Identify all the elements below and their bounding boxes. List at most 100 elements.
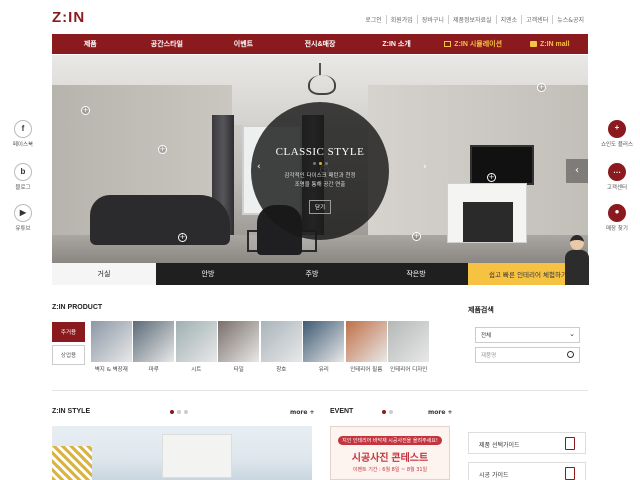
blog-icon: b xyxy=(14,163,32,181)
panel-next-icon[interactable]: › xyxy=(423,162,427,172)
store-finder-label: 매장 찾기 xyxy=(606,226,628,232)
util-archive[interactable]: 제품정보자료실 xyxy=(447,15,496,24)
tab-kitchen[interactable]: 주방 xyxy=(260,263,364,285)
sofa-image xyxy=(90,195,230,245)
style-dots xyxy=(251,162,389,165)
tv-image xyxy=(470,145,534,185)
style-description: 감각적인 다이스크 패턴과 천정 조명을 통해 공간 연출 xyxy=(251,172,389,190)
event-carousel-dots[interactable] xyxy=(382,410,393,414)
product-item[interactable]: 인테리어 디자인 xyxy=(388,321,431,373)
product-item[interactable]: 시트 xyxy=(175,321,218,373)
util-cart[interactable]: 장바구니 xyxy=(416,15,448,24)
product-guide-label: 제품 선택가이드 xyxy=(479,442,520,449)
nav-product[interactable]: 제품 xyxy=(52,39,129,49)
tab-small-room[interactable]: 작은방 xyxy=(364,263,468,285)
youtube-icon: ▶ xyxy=(14,204,32,222)
product-label: 창호 xyxy=(276,367,287,373)
product-label: 유리 xyxy=(318,367,329,373)
product-search-title: 제품검색 xyxy=(468,306,494,314)
chevron-down-icon: ⌄ xyxy=(569,330,575,338)
facebook-link[interactable]: f 페이스북 xyxy=(3,120,43,148)
product-item[interactable]: 유리 xyxy=(303,321,346,373)
nav-about[interactable]: Z:IN 소개 xyxy=(358,39,435,49)
style-info-panel: CLASSIC STYLE 감각적인 다이스크 패턴과 천정 조명을 통해 공간… xyxy=(251,102,389,240)
event-date: 이벤트 기간 : 6월 8일 ~ 8월 31일 xyxy=(352,467,428,473)
book-icon xyxy=(565,437,575,450)
nav-exhibition[interactable]: 전시&매장 xyxy=(282,39,359,49)
product-section-title: Z:IN PRODUCT xyxy=(52,304,103,311)
plus-square-icon: + xyxy=(608,120,626,138)
product-thumbnail xyxy=(133,321,175,362)
youtube-label: 유튜브 xyxy=(15,226,31,232)
facebook-label: 페이스북 xyxy=(12,142,34,148)
product-label: 인테리어 디자인 xyxy=(390,367,428,373)
close-button[interactable]: 닫기 xyxy=(308,200,332,214)
style-title: CLASSIC STYLE xyxy=(275,146,365,158)
utility-nav: 로그인 회원가입 장바구니 제품정보자료실 지엔소 고객센터 뉴스&공지 xyxy=(361,15,588,24)
hotspot-plus-icon[interactable]: + xyxy=(158,145,167,154)
product-thumbnail xyxy=(260,321,302,362)
nav-mall[interactable]: Z:IN mall xyxy=(511,41,588,48)
section-divider xyxy=(52,390,588,391)
tab-living-room[interactable]: 거실 xyxy=(52,263,156,285)
category-select[interactable]: 전체 ⌄ xyxy=(475,327,580,343)
search-placeholder: 제품명 xyxy=(481,353,497,359)
presenter-image xyxy=(563,231,591,285)
product-thumbnail xyxy=(303,321,345,362)
install-guide-link[interactable]: 시공 가이드 xyxy=(468,462,586,480)
book-icon xyxy=(565,467,575,480)
util-login[interactable]: 로그인 xyxy=(361,15,386,24)
util-jiense[interactable]: 지엔소 xyxy=(495,15,522,24)
util-cs[interactable]: 고객센터 xyxy=(521,15,552,24)
panel-prev-icon[interactable]: ‹ xyxy=(257,162,261,172)
product-label: 마루 xyxy=(148,367,159,373)
util-news[interactable]: 뉴스&공지 xyxy=(552,15,588,24)
search-icon[interactable] xyxy=(567,351,574,358)
install-guide-label: 시공 가이드 xyxy=(479,472,509,479)
room-tabs: 거실 안방 주방 작은방 쉽고 빠른 인테리어 체험하기 xyxy=(52,263,588,285)
youtube-link[interactable]: ▶ 유튜브 xyxy=(3,204,43,232)
style-more-link[interactable]: more + xyxy=(290,409,315,416)
style-thumbnail[interactable] xyxy=(52,426,312,480)
store-finder-link[interactable]: ● 매장 찾기 xyxy=(597,204,637,232)
nav-space-style[interactable]: 공간스타일 xyxy=(129,39,206,49)
tab-master-bedroom[interactable]: 안방 xyxy=(156,263,260,285)
product-item[interactable]: 인테리어 필름 xyxy=(345,321,388,373)
event-banner[interactable]: 지인 인테리어 바닥재 시공사진을 올려주세요! 시공사진 콘테스트 이벤트 기… xyxy=(330,426,450,480)
hotspot-plus-icon[interactable]: + xyxy=(537,83,546,92)
showindo-plus-link[interactable]: + 쇼인도 플러스 xyxy=(597,120,637,148)
style-desc-line2: 조명을 통해 공간 연출 xyxy=(294,182,346,188)
fireplace-image xyxy=(447,183,527,243)
event-headline: 시공사진 콘테스트 xyxy=(351,453,429,464)
product-label: 인테리어 필름 xyxy=(350,367,383,373)
style-carousel-dots[interactable] xyxy=(170,410,188,414)
nav-simulation[interactable]: Z:IN 시뮬레이션 xyxy=(435,39,512,49)
cat-commercial[interactable]: 상업용 xyxy=(52,345,85,365)
nav-event[interactable]: 이벤트 xyxy=(205,39,282,49)
event-more-link[interactable]: more + xyxy=(428,409,453,416)
hotspot-plus-icon[interactable]: + xyxy=(178,233,187,242)
hotspot-plus-icon[interactable]: + xyxy=(412,232,421,241)
product-item[interactable]: 창호 xyxy=(260,321,303,373)
product-grid: 벽지 & 벽장재 마루 시트 타일 창호 유리 인테리어 필름 인테리어 디자인 xyxy=(90,321,430,373)
cat-residential[interactable]: 주거용 xyxy=(52,322,85,342)
style-shelf-image xyxy=(162,434,232,478)
product-label: 시트 xyxy=(191,367,202,373)
product-item[interactable]: 벽지 & 벽장재 xyxy=(90,321,133,373)
util-join[interactable]: 회원가입 xyxy=(385,15,417,24)
customer-center-link[interactable]: … 고객센터 xyxy=(597,163,637,191)
product-search-input[interactable]: 제품명 xyxy=(475,347,580,363)
blog-label: 블로그 xyxy=(15,185,31,191)
hotspot-plus-icon[interactable]: + xyxy=(487,173,496,182)
zin-logo[interactable]: Z:IN xyxy=(52,9,85,26)
product-item[interactable]: 마루 xyxy=(133,321,176,373)
category-select-value: 전체 xyxy=(481,333,492,339)
showindo-plus-label: 쇼인도 플러스 xyxy=(600,142,634,148)
product-thumbnail xyxy=(218,321,260,362)
hero-next-arrow-icon[interactable]: ‹ xyxy=(566,159,588,183)
product-thumbnail xyxy=(388,321,430,362)
blog-link[interactable]: b 블로그 xyxy=(3,163,43,191)
hotspot-plus-icon[interactable]: + xyxy=(81,106,90,115)
product-guide-link[interactable]: 제품 선택가이드 xyxy=(468,432,586,454)
product-item[interactable]: 타일 xyxy=(218,321,261,373)
